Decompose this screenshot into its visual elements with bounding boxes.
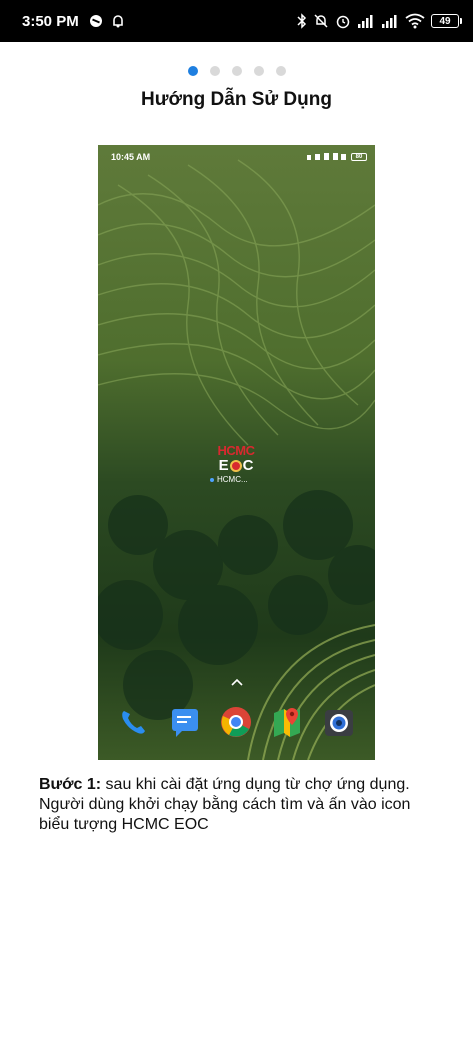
logo-text-bottom: E C [216, 458, 256, 473]
page-title: Hướng Dẫn Sử Dụng [141, 89, 332, 110]
messages-icon [172, 709, 198, 737]
alarm-icon [335, 13, 351, 29]
chevron-up-icon [231, 675, 243, 689]
page-dot-1[interactable] [187, 66, 198, 76]
page-indicator [0, 66, 473, 76]
tutorial-screenshot: 10:45 AM 80 HCMC E C HCMC... [98, 145, 375, 760]
battery-icon: 49 [431, 14, 462, 28]
bluetooth-icon [297, 13, 307, 29]
page-dot-3[interactable] [231, 66, 242, 76]
app-icon-label: HCMC... [210, 475, 248, 484]
logo-letter-e: E [218, 457, 229, 474]
screenshot-status-bar: 10:45 AM 80 [98, 145, 375, 169]
camera-icon [325, 710, 353, 736]
maps-icon [274, 708, 300, 737]
screenshot-battery-icon: 80 [351, 153, 367, 161]
signal-icon [381, 14, 399, 28]
step-instruction: Bước 1: sau khi cài đặt ứng dụng từ chợ … [39, 775, 439, 835]
alarm-clock-icon [111, 13, 125, 29]
page-dot-5[interactable] [275, 66, 286, 76]
dock [98, 705, 375, 745]
status-time: 3:50 PM [22, 12, 79, 30]
wifi-icon [405, 13, 425, 29]
screenshot-battery-level: 80 [355, 154, 363, 160]
signal-icon [357, 14, 375, 28]
mute-icon [313, 13, 329, 29]
screenshot-status-time: 10:45 AM [111, 152, 151, 162]
battery-level: 49 [439, 15, 451, 27]
chrome-icon [221, 707, 251, 737]
hcmc-eoc-app-icon: HCMC E C [216, 443, 256, 474]
step-label: Bước 1: [39, 776, 102, 793]
new-app-dot-icon [210, 477, 214, 482]
logo-emblem-icon [229, 459, 242, 472]
phone-icon [122, 711, 145, 734]
status-bar: 3:50 PM 49 [0, 0, 473, 42]
do-not-disturb-icon [89, 14, 103, 28]
screenshot-status-icons [307, 153, 346, 160]
logo-letter-c: C [242, 457, 254, 474]
app-label-text: HCMC... [217, 475, 248, 484]
page-dot-4[interactable] [253, 66, 264, 76]
page-dot-2[interactable] [209, 66, 220, 76]
logo-text-top: HCMC [217, 443, 256, 458]
